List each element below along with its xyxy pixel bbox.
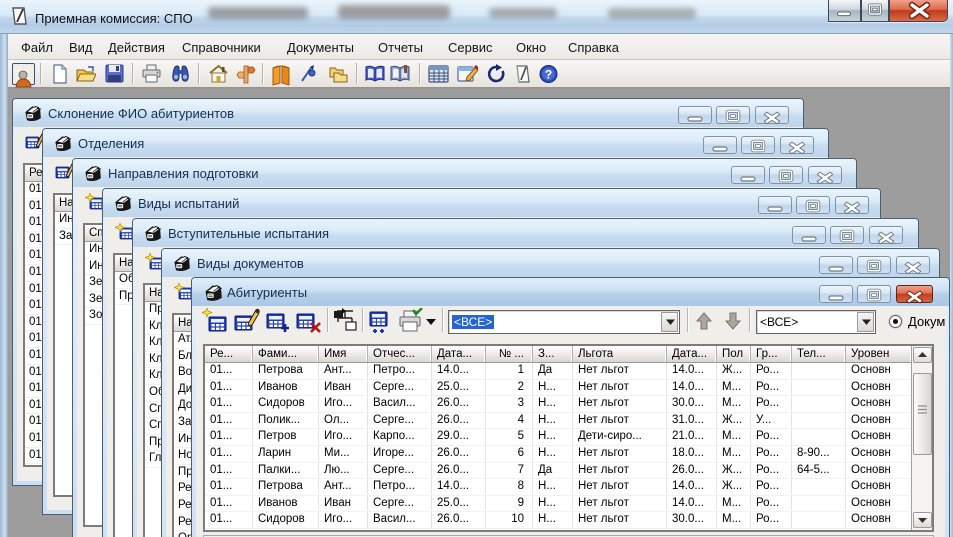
svg-text:?: ?: [545, 68, 552, 82]
